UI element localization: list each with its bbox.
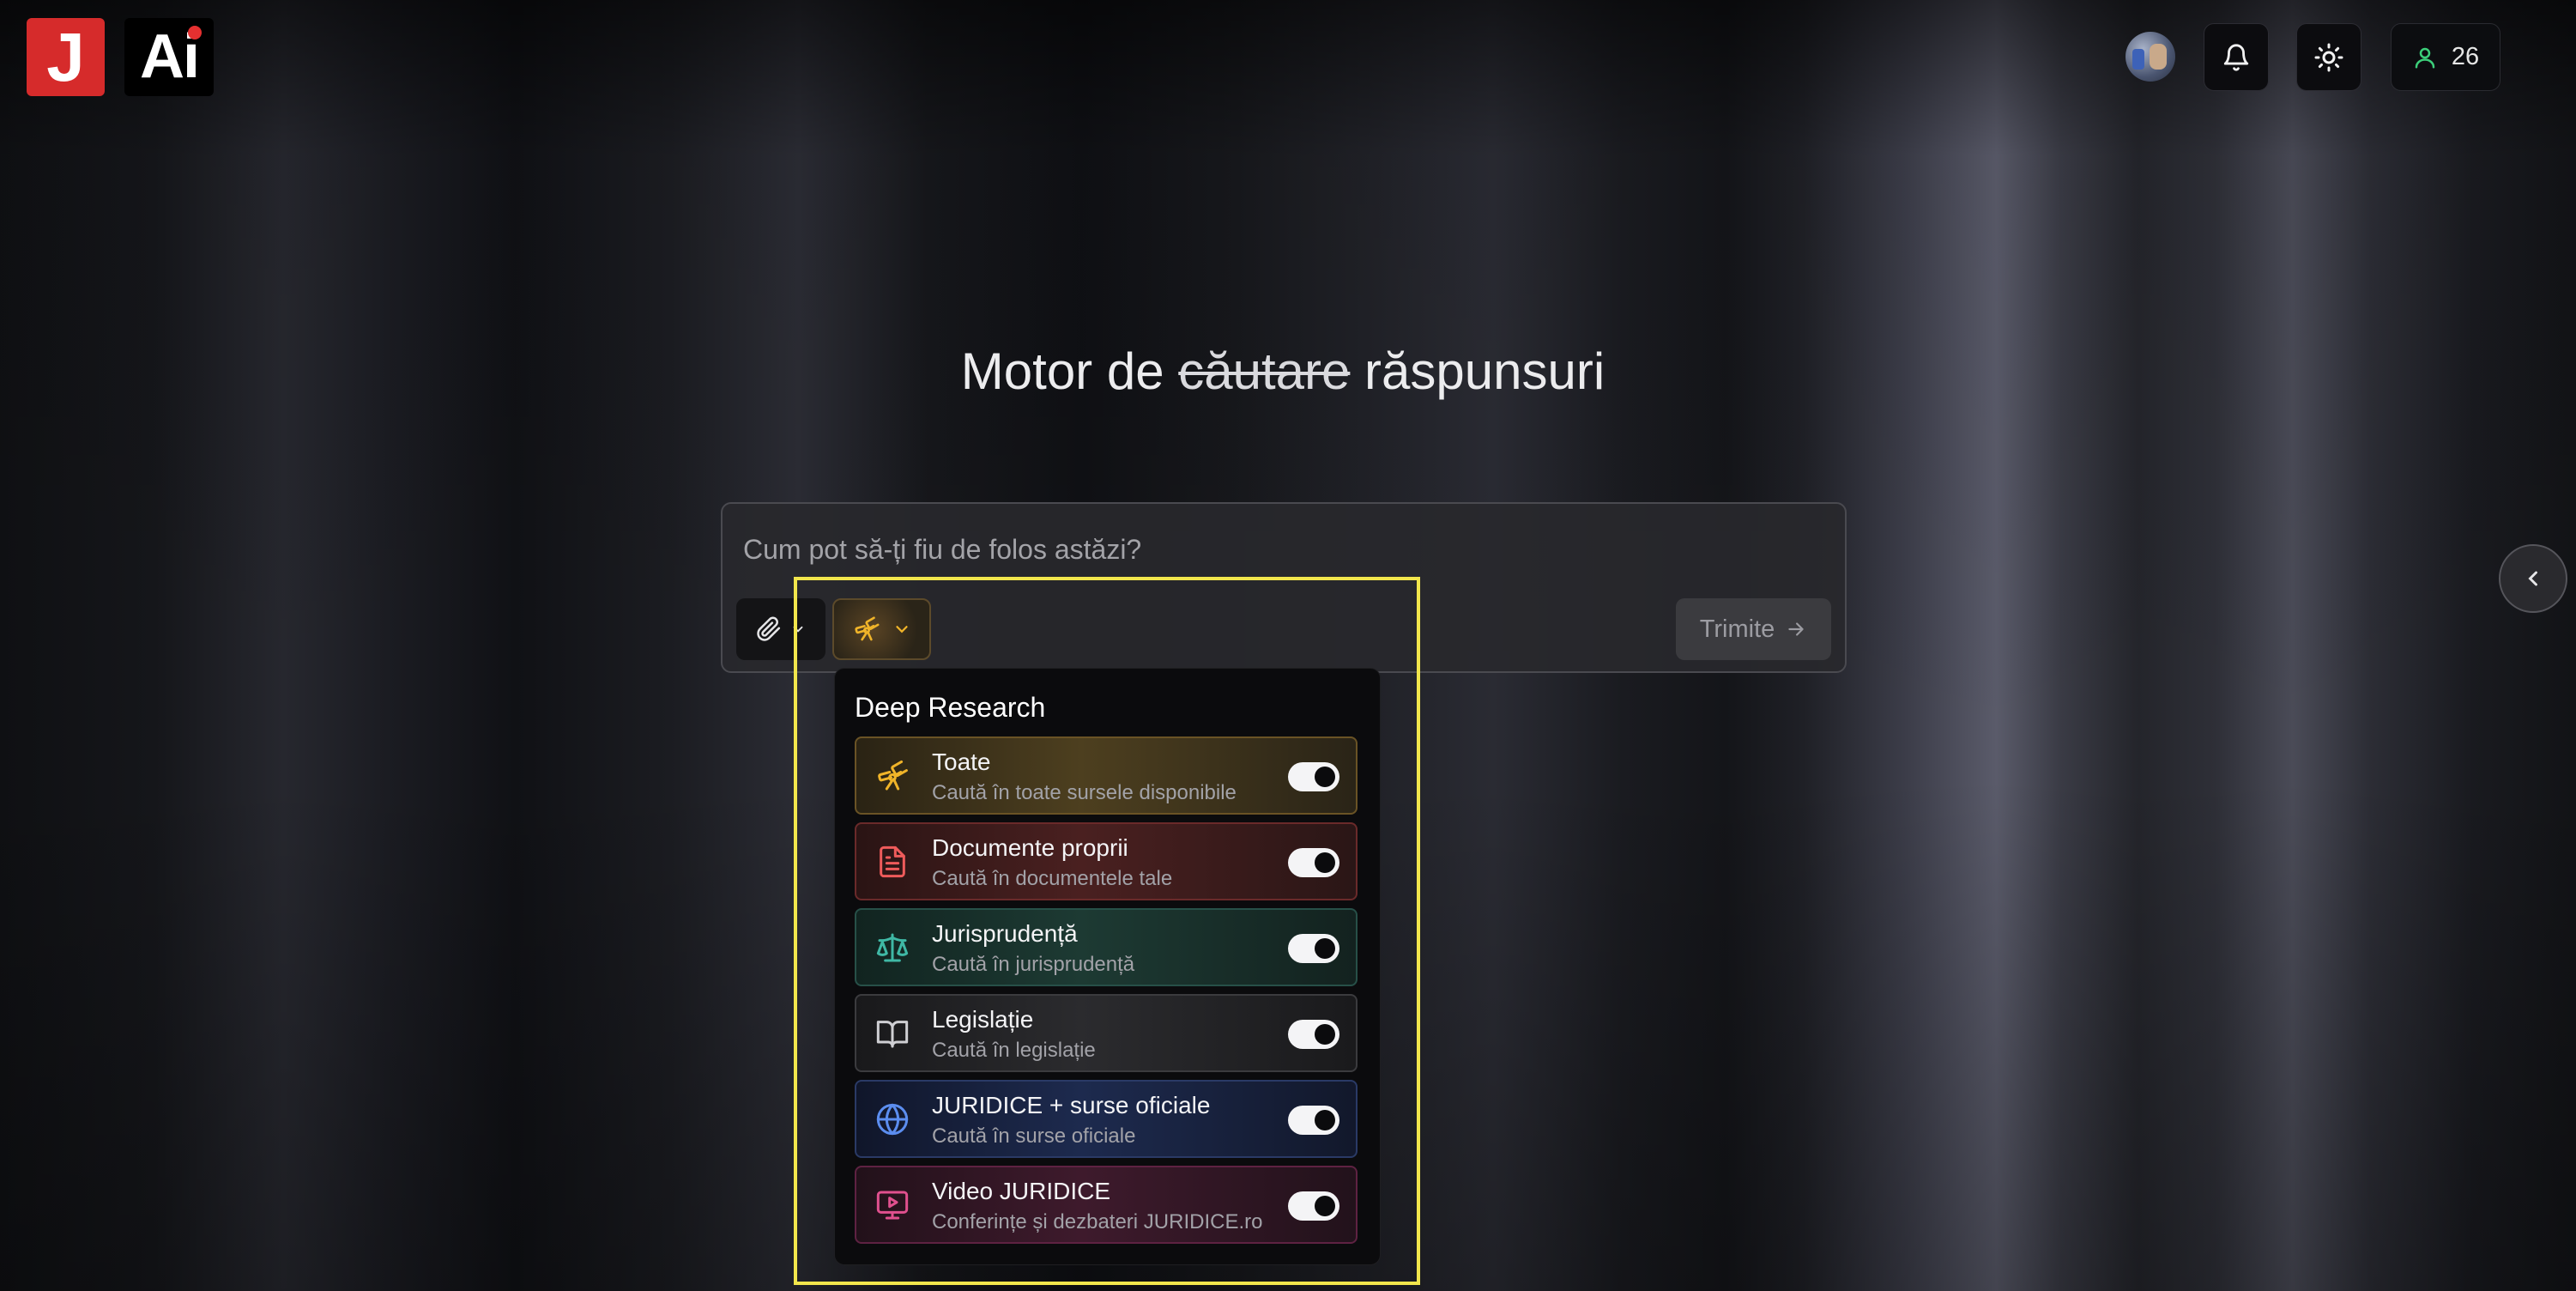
notifications-button[interactable]: [2204, 23, 2269, 91]
option-subtitle: Caută în surse oficiale: [932, 1124, 1136, 1148]
user-icon: [2415, 47, 2435, 68]
option-subtitle: Caută în legislație: [932, 1039, 1096, 1062]
option-title: Toate: [932, 749, 991, 775]
video-icon: [876, 1191, 909, 1220]
option-subtitle: Conferințe și dezbateri JURIDICE.ro: [932, 1210, 1263, 1233]
toggle-switch[interactable]: [1288, 762, 1339, 791]
option-juridice-surse-oficiale[interactable]: JURIDICE + surse oficiale Caută în surse…: [855, 1080, 1358, 1158]
globe-icon: [876, 1103, 909, 1136]
paperclip-icon: [757, 616, 781, 641]
toggle-switch[interactable]: [1288, 1191, 1339, 1221]
search-input[interactable]: Cum pot să-ți fiu de folos astăzi?: [743, 534, 1141, 566]
title-strikethrough: căutare: [1178, 342, 1351, 400]
user-count: 26: [2451, 43, 2480, 70]
option-toate[interactable]: Toate Caută în toate sursele disponibile: [855, 736, 1358, 815]
dropdown-title: Deep Research: [855, 692, 1046, 723]
send-button[interactable]: Trimite: [1676, 598, 1831, 660]
option-subtitle: Caută în jurisprudență: [932, 953, 1135, 976]
chevron-left-icon: [2528, 571, 2537, 586]
bell-icon: [2223, 44, 2249, 71]
toggle-switch[interactable]: [1288, 934, 1339, 963]
toggle-switch[interactable]: [1288, 1106, 1339, 1135]
logo-ai[interactable]: Ai: [124, 18, 214, 96]
telescope-icon: [878, 760, 908, 791]
toggle-switch[interactable]: [1288, 1020, 1339, 1049]
title-suffix: răspunsuri: [1350, 342, 1605, 400]
option-legislatie[interactable]: Legislație Caută în legislație: [855, 994, 1358, 1072]
option-title: Video JURIDICE: [932, 1178, 1111, 1204]
option-title: Jurisprudență: [932, 920, 1078, 947]
toggle-switch[interactable]: [1288, 848, 1339, 877]
option-documente-proprii[interactable]: Documente proprii Caută în documentele t…: [855, 822, 1358, 900]
option-title: JURIDICE + surse oficiale: [932, 1092, 1211, 1118]
option-title: Documente proprii: [932, 834, 1128, 861]
avatar[interactable]: [2126, 32, 2175, 82]
sun-icon: [2314, 43, 2343, 71]
option-subtitle: Caută în toate sursele disponibile: [932, 781, 1237, 804]
send-label: Trimite: [1699, 615, 1775, 643]
title-prefix: Motor de: [960, 342, 1179, 400]
theme-toggle-button[interactable]: [2296, 23, 2361, 91]
option-title: Legislație: [932, 1006, 1034, 1033]
user-count-button[interactable]: 26: [2391, 23, 2500, 91]
side-panel-toggle[interactable]: [2499, 544, 2567, 613]
arrow-right-icon: [1788, 622, 1804, 636]
option-jurisprudenta[interactable]: Jurisprudență Caută în jurisprudență: [855, 908, 1358, 986]
book-icon: [876, 1021, 909, 1048]
logo-dot: [188, 26, 202, 39]
scales-icon: [876, 933, 909, 962]
option-video-juridice[interactable]: Video JURIDICE Conferințe și dezbateri J…: [855, 1166, 1358, 1244]
document-icon: [880, 846, 905, 878]
option-subtitle: Caută în documentele tale: [932, 867, 1173, 890]
page-title: Motor de căutare răspunsuri: [0, 342, 2566, 401]
logo-j[interactable]: J: [27, 18, 105, 96]
